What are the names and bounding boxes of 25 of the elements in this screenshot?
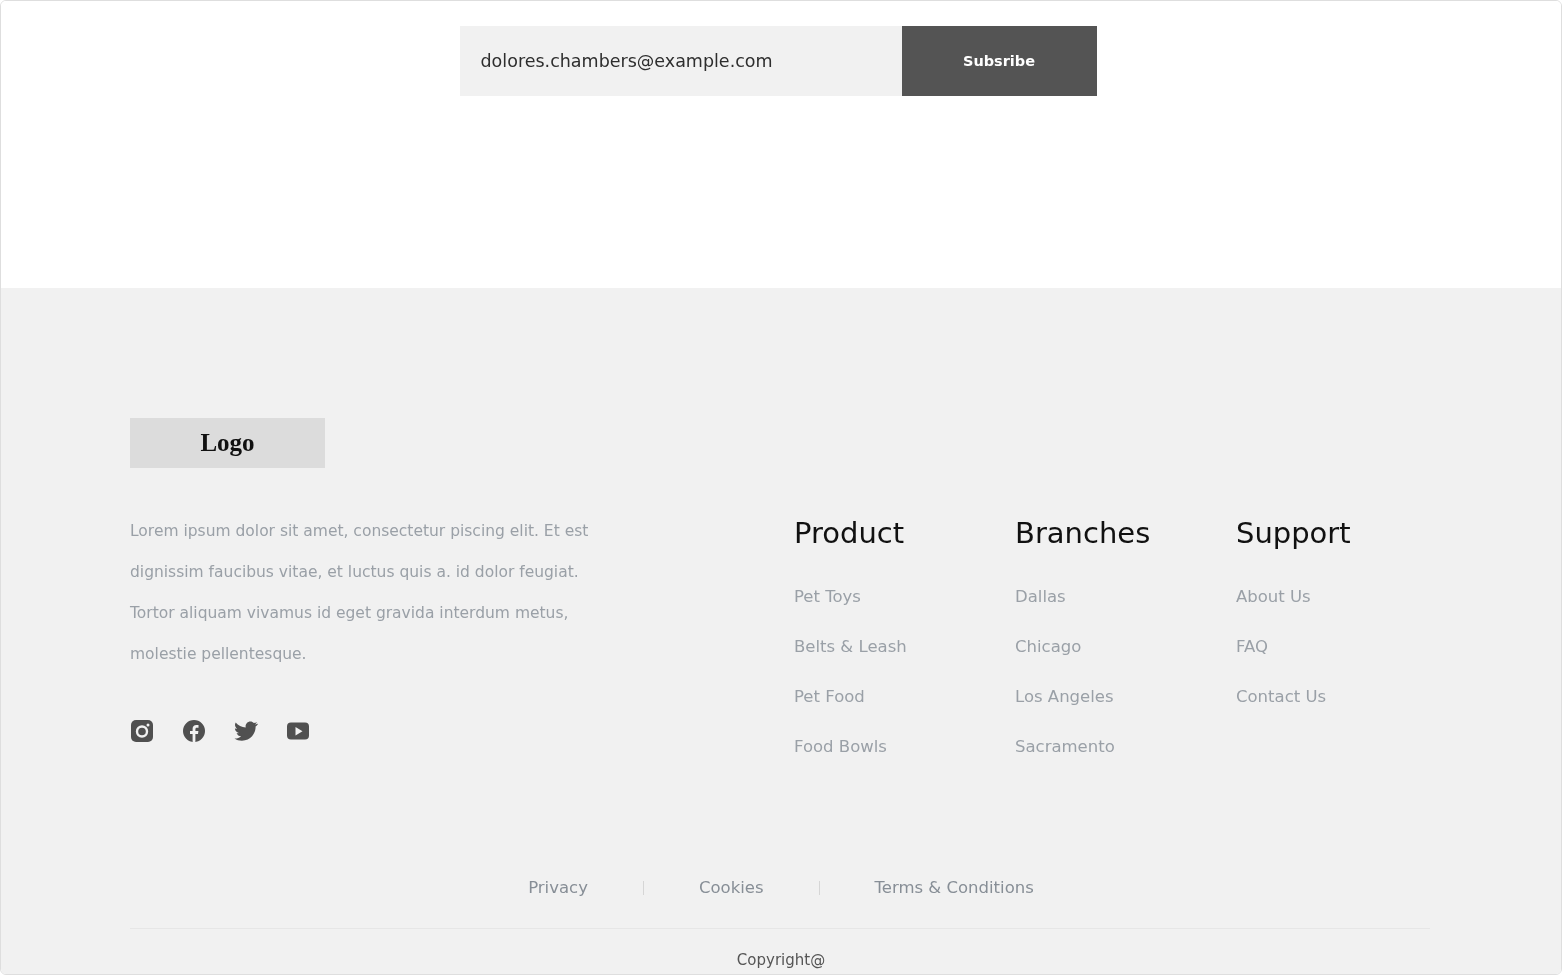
footer-description: Lorem ipsum dolor sit amet, consectetur piscing elit. Et est dignissim faucibus vitae, et luctus quis a. id dolor feugiat. Tortor aliquam vivamus id eget gravida interdum metus, molestie pellentesque.	[130, 521, 590, 665]
column-heading: Support	[1236, 515, 1351, 551]
legal-link[interactable]: Terms & Conditions	[874, 876, 1034, 900]
legal-link[interactable]: Privacy	[528, 876, 588, 900]
footer-link[interactable]: Pet Toys	[794, 585, 861, 609]
instagram-icon[interactable]	[130, 719, 154, 743]
legal-link[interactable]: Cookies	[698, 876, 764, 900]
facebook-icon[interactable]	[182, 719, 206, 743]
email-input-field[interactable]: dolores.chambers@example.com	[459, 26, 902, 96]
column-heading: Product	[794, 515, 905, 551]
logo: Logo	[130, 418, 325, 468]
footer-link[interactable]: About Us	[1236, 585, 1311, 609]
footer-link[interactable]: Dallas	[1015, 585, 1066, 609]
subscribe-button[interactable]: Subsribe	[901, 26, 1097, 96]
column-heading: Branches	[1015, 515, 1151, 551]
twitter-icon[interactable]	[234, 719, 258, 743]
footer-link[interactable]: Contact Us	[1236, 685, 1327, 709]
footer-link[interactable]: Food Bowls	[794, 735, 887, 759]
footer-link[interactable]: Belts & Leash	[794, 635, 907, 659]
footer-link[interactable]: Sacramento	[1015, 735, 1115, 759]
footer-link[interactable]: Chicago	[1015, 635, 1082, 659]
footer-link[interactable]: FAQ	[1236, 635, 1268, 659]
copyright-text: Copyright@	[736, 951, 826, 970]
footer-link[interactable]: Pet Food	[794, 685, 865, 709]
footer-link[interactable]: Los Angeles	[1015, 685, 1114, 709]
